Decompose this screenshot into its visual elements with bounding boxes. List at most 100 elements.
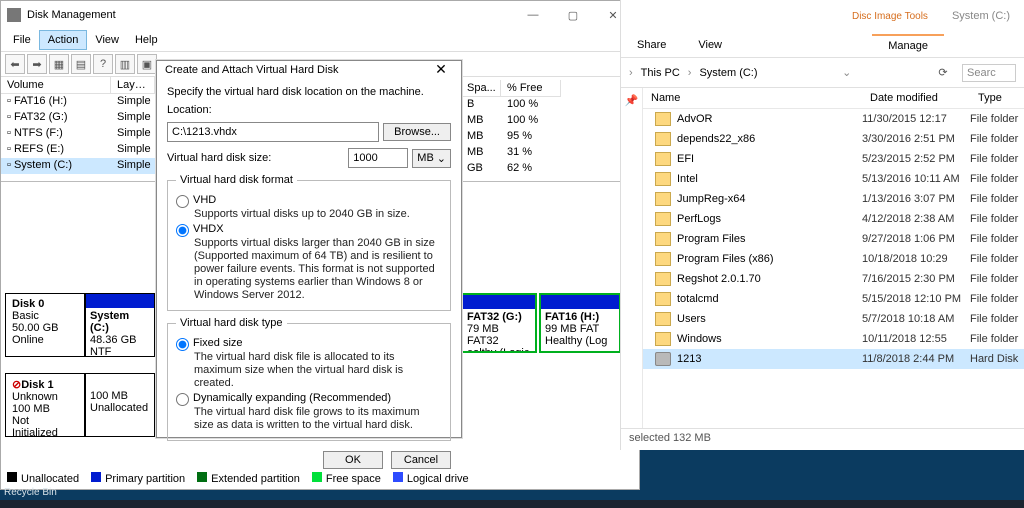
- size-label: Virtual hard disk size:: [167, 152, 344, 164]
- refresh-icon[interactable]: ⟳: [932, 66, 954, 79]
- size-unit-dropdown[interactable]: MB⌄: [412, 149, 451, 168]
- list-item[interactable]: totalcmd 5/15/2018 12:10 PM File folder: [643, 289, 1024, 309]
- folder-icon: [655, 272, 671, 286]
- toolbar-btn[interactable]: ▥: [115, 54, 135, 74]
- crumb-drive[interactable]: System (C:): [695, 67, 761, 79]
- tab-manage[interactable]: Manage: [872, 34, 944, 56]
- volume-row[interactable]: ▫ NTFS (F:): [1, 126, 111, 142]
- browse-button[interactable]: Browse...: [383, 123, 451, 141]
- chevron-down-icon[interactable]: ⌄: [842, 66, 851, 79]
- disk0-fat16[interactable]: FAT16 (H:) 99 MB FAT Healthy (Log: [539, 293, 621, 353]
- taskbar[interactable]: [0, 500, 1024, 508]
- ribbon-tabs: Share View Manage: [621, 32, 1024, 58]
- radio-vhdx[interactable]: [176, 224, 189, 237]
- disk0-system-c[interactable]: System (C:) 48.36 GB NTF Healthy (Syste: [85, 293, 155, 357]
- menu-file[interactable]: File: [5, 31, 39, 49]
- folder-icon: [655, 152, 671, 166]
- size-input[interactable]: [348, 148, 408, 168]
- dlg-titlebar[interactable]: Create and Attach Virtual Hard Disk ✕: [157, 61, 461, 78]
- radio-fixed[interactable]: [176, 338, 189, 351]
- list-item[interactable]: Windows 10/11/2018 12:55 File folder: [643, 329, 1024, 349]
- col-date[interactable]: Date modified: [862, 88, 970, 108]
- folder-icon: [655, 312, 671, 326]
- col-volume[interactable]: Volume: [1, 77, 111, 94]
- crumb-this-pc[interactable]: This PC: [637, 67, 684, 79]
- dlg-intro: Specify the virtual hard disk location o…: [167, 86, 451, 98]
- menu-help[interactable]: Help: [127, 31, 166, 49]
- list-item[interactable]: Intel 5/13/2016 10:11 AM File folder: [643, 169, 1024, 189]
- list-item[interactable]: AdvOR 11/30/2015 12:17 File folder: [643, 109, 1024, 129]
- list-item[interactable]: Regshot 2.0.1.70 7/16/2015 2:30 PM File …: [643, 269, 1024, 289]
- list-item[interactable]: Users 5/7/2018 10:18 AM File folder: [643, 309, 1024, 329]
- status-bar: selected 132 MB: [621, 428, 1024, 450]
- tab-view[interactable]: View: [682, 35, 738, 55]
- volume-row[interactable]: ▫ FAT16 (H:): [1, 94, 111, 110]
- list-item[interactable]: Program Files 9/27/2018 1:06 PM File fol…: [643, 229, 1024, 249]
- disk0-header[interactable]: Disk 0 Basic 50.00 GB Online: [5, 293, 85, 357]
- list-item[interactable]: Program Files (x86) 10/18/2018 10:29 Fil…: [643, 249, 1024, 269]
- disk1-header[interactable]: ⊘Disk 1 Unknown 100 MB Not Initialized: [5, 373, 85, 437]
- radio-dynamic[interactable]: [176, 393, 189, 406]
- harddisk-icon: [655, 352, 671, 366]
- dm-titlebar[interactable]: Disk Management — ▢ ✕: [1, 1, 639, 29]
- volume-row[interactable]: ▫ FAT32 (G:): [1, 110, 111, 126]
- folder-icon: [655, 192, 671, 206]
- ribbon-context-bar: Disc Image Tools System (C:): [621, 0, 1024, 32]
- folder-icon: [655, 112, 671, 126]
- minimize-button[interactable]: —: [513, 9, 553, 21]
- maximize-button[interactable]: ▢: [553, 9, 593, 22]
- type-group: Virtual hard disk type Fixed size The vi…: [167, 317, 451, 441]
- menu-view[interactable]: View: [87, 31, 127, 49]
- dm-title-text: Disk Management: [27, 9, 513, 21]
- volume-row[interactable]: ▫ System (C:): [1, 158, 111, 174]
- toolbar-btn[interactable]: ▤: [71, 54, 91, 74]
- col-spa[interactable]: Spa...: [461, 80, 501, 97]
- toolbar-btn[interactable]: ▦: [49, 54, 69, 74]
- folder-icon: [655, 232, 671, 246]
- cancel-button[interactable]: Cancel: [391, 451, 451, 469]
- toolbar-btn[interactable]: ▣: [137, 54, 157, 74]
- folder-icon: [655, 332, 671, 346]
- col-layout[interactable]: Layout: [111, 77, 155, 94]
- file-list[interactable]: Name Date modified Type AdvOR 11/30/2015…: [643, 88, 1024, 428]
- list-item[interactable]: EFI 5/23/2015 2:52 PM File folder: [643, 149, 1024, 169]
- tab-share[interactable]: Share: [621, 35, 682, 55]
- folder-icon: [655, 292, 671, 306]
- nav-pane-collapsed[interactable]: 📌: [621, 88, 643, 428]
- list-item[interactable]: 1213 11/8/2018 2:44 PM Hard Disk: [643, 349, 1024, 369]
- location-input[interactable]: [167, 122, 379, 142]
- folder-icon: [655, 252, 671, 266]
- col-free[interactable]: % Free: [501, 80, 561, 97]
- fwd-icon[interactable]: ➡: [27, 54, 47, 74]
- menu-action[interactable]: Action: [39, 30, 88, 50]
- dlg-close-icon[interactable]: ✕: [429, 61, 453, 78]
- dm-menu-bar: File Action View Help: [1, 29, 639, 51]
- volume-list-right-cols: Spa... % Free B100 %MB100 %MB95 %MB31 %G…: [461, 80, 641, 177]
- search-input[interactable]: Searc: [962, 64, 1016, 82]
- help-icon[interactable]: ?: [93, 54, 113, 74]
- address-bar[interactable]: › This PC › System (C:) ⌄ ⟳ Searc: [621, 58, 1024, 88]
- chevron-right-icon[interactable]: ›: [629, 67, 633, 79]
- col-name[interactable]: Name: [643, 88, 862, 108]
- list-item[interactable]: JumpReg-x64 1/13/2016 3:07 PM File folde…: [643, 189, 1024, 209]
- window-title-tab: System (C:): [938, 4, 1024, 28]
- disk-mgmt-icon: [7, 8, 21, 22]
- pin-icon: 📌: [625, 94, 639, 428]
- folder-icon: [655, 212, 671, 226]
- col-type[interactable]: Type: [970, 88, 1024, 108]
- disk0-fat32[interactable]: FAT32 (G:) 79 MB FAT32 ealthy (Logic: [461, 293, 537, 353]
- list-item[interactable]: depends22_x86 3/30/2016 2:51 PM File fol…: [643, 129, 1024, 149]
- list-item[interactable]: PerfLogs 4/12/2018 2:38 AM File folder: [643, 209, 1024, 229]
- recycle-bin-label[interactable]: Recycle Bin: [4, 487, 57, 498]
- folder-icon: [655, 132, 671, 146]
- format-group: Virtual hard disk format VHD Supports vi…: [167, 174, 451, 311]
- ok-button[interactable]: OK: [323, 451, 383, 469]
- location-label: Location:: [167, 104, 451, 116]
- disk1-unallocated[interactable]: 100 MB Unallocated: [85, 373, 155, 437]
- volume-row[interactable]: ▫ REFS (E:): [1, 142, 111, 158]
- context-label: Disc Image Tools: [842, 11, 938, 22]
- file-explorer-window: Disc Image Tools System (C:) Share View …: [620, 0, 1024, 450]
- back-icon[interactable]: ⬅: [5, 54, 25, 74]
- chevron-right-icon: ›: [688, 67, 692, 79]
- radio-vhd[interactable]: [176, 195, 189, 208]
